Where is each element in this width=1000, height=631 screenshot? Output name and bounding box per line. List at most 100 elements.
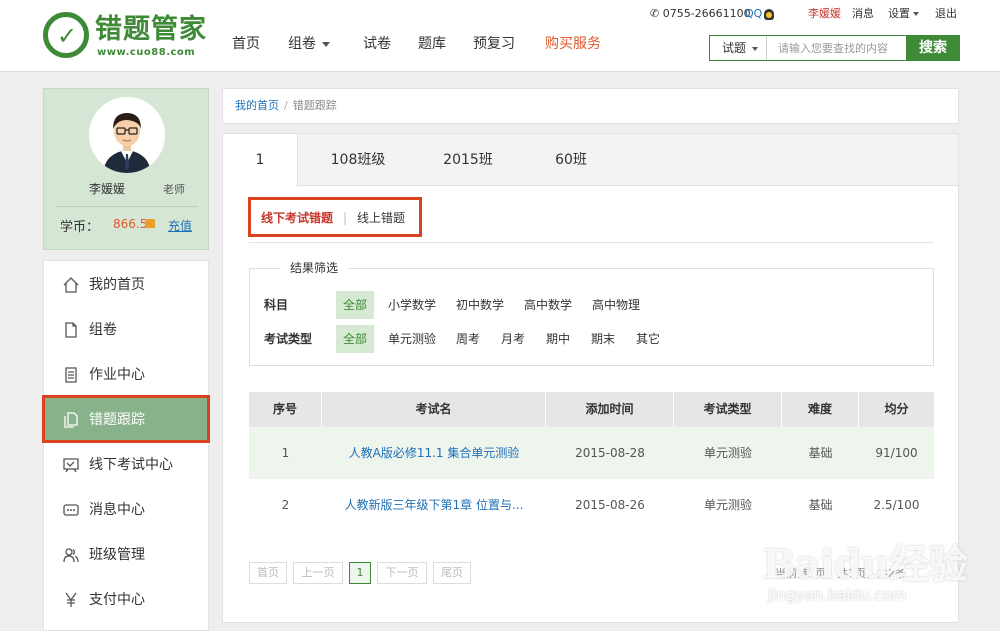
nav-buy-service[interactable]: 购买服务 [545,34,601,54]
coin-value: 866.5 [113,217,148,231]
coin-stack-icon [145,219,155,228]
page-last-button[interactable]: 尾页 [433,562,471,584]
exam-type-option[interactable]: 期末 [591,325,615,353]
sidebar-item-home[interactable]: 我的首页 [44,263,210,307]
topbar-settings[interactable]: 设置 [888,6,919,22]
divider [249,242,934,243]
sidebar-item-label: 组卷 [89,322,117,338]
sidebar-item-label: 作业中心 [89,367,145,383]
exam-type-option[interactable]: 周考 [456,325,480,353]
search-type-select[interactable]: 试题 [710,36,767,60]
page-next-button[interactable]: 下一页 [377,562,427,584]
nav-home[interactable]: 首页 [232,34,260,54]
exam-name-link[interactable]: 人教A版必修11.1 集合单元测验 [322,427,546,479]
filter-legend: 结果筛选 [280,260,349,276]
qq-label: QQ [745,7,763,20]
breadcrumb: 我的首页 / 错题跟踪 [222,88,959,124]
sidebar-item-offline-exam[interactable]: 线下考试中心 [44,443,210,487]
page-first-button[interactable]: 首页 [249,562,287,584]
qq-penguin-icon [764,8,775,20]
yen-icon [65,592,77,607]
sidebar-item-label: 我的首页 [89,277,145,293]
column-header: 考试类型 [674,392,782,427]
tab-class-108[interactable]: 108班级 [318,134,398,186]
avatar [89,97,165,173]
exam-type: 单元测验 [703,446,752,460]
nav-preview-review[interactable]: 预复习 [473,34,515,54]
sidebar-item-class-management[interactable]: 班级管理 [44,533,210,577]
exam-type-filter-label: 考试类型 [264,332,313,346]
side-menu: 我的首页 组卷 作业中心 错题跟踪 线下考试中心 消息中心 班级管理 支付中心 [43,260,210,631]
search-button[interactable]: 搜索 [906,35,960,61]
topbar-username[interactable]: 李媛媛 [808,6,841,22]
topbar-messages[interactable]: 消息 [852,6,874,22]
exam-type-option[interactable]: 期中 [546,325,570,353]
chevron-down-icon [752,46,759,51]
sidebar-item-label: 班级管理 [89,547,145,563]
search-input[interactable] [768,36,906,60]
chevron-down-icon [913,12,919,16]
column-header: 考试名 [322,392,546,427]
logo[interactable]: ✓ 错题管家 www.cuo88.com [43,12,206,62]
tab-class-1[interactable]: 1 [223,134,298,187]
subject-filter-label: 科目 [264,298,289,312]
page-prev-button[interactable]: 上一页 [293,562,343,584]
exam-type-option[interactable]: 其它 [636,325,660,353]
column-header: 均分 [884,402,909,416]
exam-type-option[interactable]: 月考 [501,325,525,353]
exam-name-link[interactable]: 人教新版三年级下第1章 位置与... [322,479,546,531]
notebook-icon [65,367,77,383]
class-tabs: 1 108班级 2015班 60班 [223,134,958,187]
exam-type-option[interactable]: 单元测验 [388,325,436,353]
topbar-qq[interactable]: QQ [745,6,775,22]
column-header: 难度 [782,392,859,427]
tab-class-60[interactable]: 60班 [541,134,601,186]
logo-name: 错题管家 [95,14,207,45]
nav-compose-label: 组卷 [288,36,316,52]
difficulty: 基础 [808,446,833,460]
sidebar-item-homework[interactable]: 作业中心 [44,353,210,397]
table-row: 1 人教A版必修11.1 集合单元测验 2015-08-28 单元测验 基础 9… [249,427,934,479]
sidebar-item-compose[interactable]: 组卷 [44,308,210,352]
search-bar: 试题 搜索 [709,35,960,61]
sidebar-item-label: 线下考试中心 [89,457,173,473]
breadcrumb-separator: / [284,99,288,112]
topbar-logout[interactable]: 退出 [935,6,957,22]
added-date: 2015-08-28 [575,446,645,460]
phone-icon: ✆ [650,7,660,20]
nav-question-bank[interactable]: 题库 [418,34,446,54]
nav-compose[interactable]: 组卷 [288,34,330,54]
breadcrumb-current: 错题跟踪 [292,99,337,112]
users-icon [63,548,79,563]
subject-option[interactable]: 高中数学 [524,291,572,319]
column-header: 序号 [249,392,322,427]
sidebar-item-messages[interactable]: 消息中心 [44,488,210,532]
watermark-text: Baidu经验 [762,541,968,588]
column-header: 添加时间 [546,392,674,427]
chat-icon [63,504,79,516]
table-header: 序号 考试名 添加时间 考试类型 难度 均分 [249,392,934,427]
tab-class-2015[interactable]: 2015班 [433,134,503,186]
highlight-box [42,395,210,443]
subject-option[interactable]: 小学数学 [388,291,436,319]
exam-type-option-all[interactable]: 全部 [336,325,374,353]
subject-option[interactable]: 高中物理 [592,291,640,319]
logo-check-icon: ✓ [43,12,89,58]
watermark: Baidu经验 jingyan.baidu.com [748,520,968,620]
nav-papers[interactable]: 试卷 [363,34,391,54]
profile-role: 老师 [163,183,185,196]
breadcrumb-home[interactable]: 我的首页 [235,99,279,112]
document-icon [65,322,77,338]
sidebar-item-payment[interactable]: 支付中心 [44,578,210,622]
subject-option[interactable]: 初中数学 [456,291,504,319]
page-number-button[interactable]: 1 [349,562,371,584]
average-score: 91/100 [875,446,918,460]
recharge-link[interactable]: 充值 [168,217,192,234]
coin-label: 学币： [60,220,100,235]
subject-option-all[interactable]: 全部 [336,291,374,319]
settings-label: 设置 [888,7,910,20]
divider [56,206,198,207]
sidebar-item-label: 支付中心 [89,592,145,608]
topbar-phone: ✆ 0755-26661100 [650,6,751,22]
profile-name: 李媛媛 [89,182,126,196]
